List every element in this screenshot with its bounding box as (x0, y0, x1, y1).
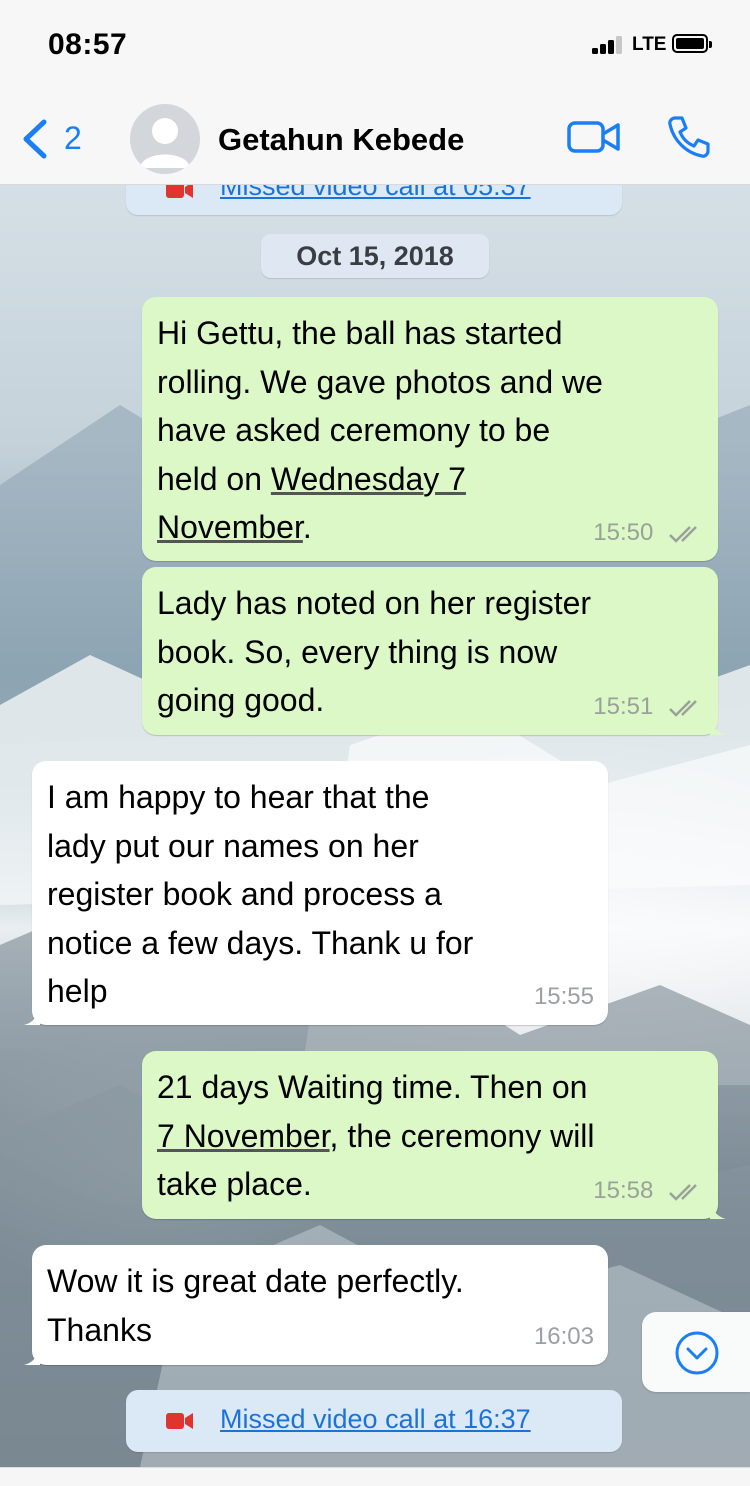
missed-call-notice[interactable]: Missed video call at 16:37 (126, 1390, 622, 1452)
date-divider: Oct 15, 2018 (261, 234, 489, 278)
message-outgoing[interactable]: Lady has noted on her register book. So,… (142, 567, 726, 735)
missed-call-text[interactable]: Missed video call at 16:37 (220, 1404, 531, 1435)
back-button[interactable]: 2 (14, 114, 94, 162)
message-text: Lady has noted on her register book. So,… (157, 585, 592, 718)
message-text: Hi Gettu, the ball has started rolling. … (157, 315, 603, 545)
missed-call-text[interactable]: Missed video call at 05:37 (220, 185, 531, 202)
message-outgoing[interactable]: 21 days Waiting time. Then on 7 November… (142, 1051, 726, 1219)
missed-video-call-icon (166, 185, 193, 198)
message-meta: 15:51 (593, 693, 704, 721)
message-outgoing[interactable]: Hi Gettu, the ball has started rolling. … (142, 297, 718, 561)
missed-video-call-icon (166, 1413, 193, 1429)
status-bar: 08:57 LTE (0, 0, 750, 92)
scroll-to-bottom-button[interactable] (642, 1312, 750, 1392)
message-meta: 15:58 (593, 1177, 704, 1205)
message-meta: 15:50 (593, 519, 704, 547)
chat-area[interactable]: Missed video call at 05:37 Oct 15, 2018 … (0, 185, 750, 1467)
read-receipt-icon (669, 525, 697, 543)
battery-icon (672, 34, 712, 53)
bubble-tail (24, 1007, 40, 1025)
chevron-down-circle-icon (675, 1331, 719, 1375)
input-bar-edge (0, 1467, 750, 1486)
contact-name[interactable]: Getahun Kebede (218, 122, 464, 158)
read-receipt-icon (669, 1183, 697, 1201)
unread-chats-count: 2 (64, 120, 82, 156)
bubble-tail (24, 1347, 40, 1365)
message-text: I am happy to hear that the lady put our… (47, 779, 474, 1009)
message-time: 15:58 (593, 1177, 654, 1204)
message-time: 15:55 (533, 983, 594, 1010)
signal-strength-icon (592, 36, 624, 54)
message-incoming[interactable]: Wow it is great date perfectly. Thanks 1… (24, 1245, 608, 1365)
message-text: Wow it is great date perfectly. Thanks (47, 1263, 464, 1348)
status-time: 08:57 (48, 28, 128, 61)
message-text: 21 days Waiting time. Then on 7 November… (157, 1069, 595, 1202)
chevron-left-icon (23, 119, 47, 159)
missed-call-notice[interactable]: Missed video call at 05:37 (126, 185, 622, 215)
bubble-tail (710, 717, 726, 735)
video-call-button[interactable] (566, 116, 622, 160)
read-receipt-icon (669, 699, 697, 717)
contact-avatar[interactable] (130, 104, 200, 174)
bubble-tail (710, 1201, 726, 1219)
message-time: 15:51 (593, 693, 654, 720)
phone-icon (668, 116, 710, 158)
chat-header: 2 Getahun Kebede (0, 92, 750, 185)
date-link[interactable]: 7 November (157, 1118, 330, 1154)
message-time: 16:03 (533, 1323, 594, 1350)
message-incoming[interactable]: I am happy to hear that the lady put our… (24, 761, 608, 1025)
voice-call-button[interactable] (666, 114, 712, 160)
video-camera-icon (567, 121, 620, 153)
default-avatar-icon (140, 118, 190, 168)
network-type: LTE (632, 34, 667, 55)
message-time: 15:50 (593, 519, 654, 546)
